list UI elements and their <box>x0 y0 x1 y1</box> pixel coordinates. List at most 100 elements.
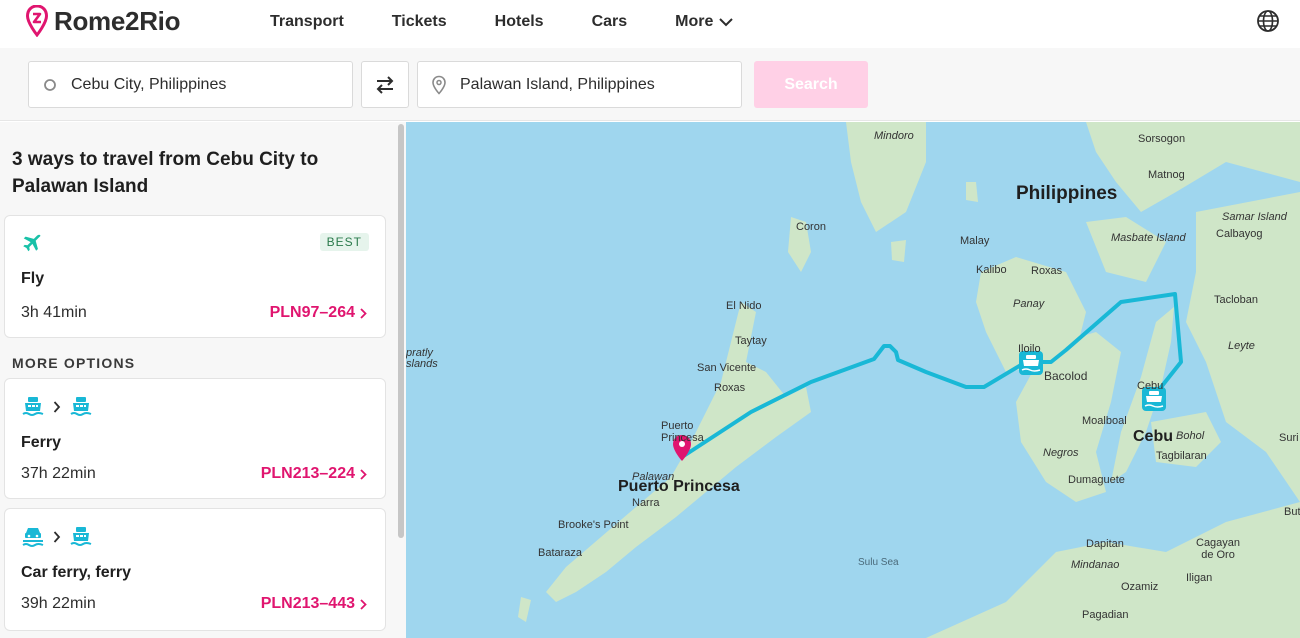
nav-tickets[interactable]: Tickets <box>392 13 447 31</box>
route-price-value: PLN213–224 <box>260 465 355 482</box>
top-nav-bar: Rome2Rio Transport Tickets Hotels Cars M… <box>0 0 1300 48</box>
origin-circle-icon <box>29 78 71 92</box>
chevron-right-icon <box>360 598 367 610</box>
map-label-iligan: Iligan <box>1186 572 1213 584</box>
map-canvas <box>518 122 1300 638</box>
map-label-moalboal: Moalboal <box>1082 415 1127 427</box>
small-island <box>966 182 978 202</box>
map-label-but: But <box>1284 506 1300 518</box>
logo-text: Rome2Rio <box>54 5 181 36</box>
map-label-suri: Suri <box>1279 432 1299 444</box>
route-price-value: PLN97–264 <box>269 304 355 321</box>
results-title: 3 ways to travel from Cebu City to Palaw… <box>12 149 319 197</box>
route-duration: 39h 22min <box>21 595 96 612</box>
small-island <box>891 240 906 262</box>
map-label-puerto-princesa: Puerto Princesa <box>618 478 740 495</box>
map-label-roxas: Roxas <box>1031 265 1063 277</box>
car-ferry-icon <box>22 528 44 547</box>
map-label-el-nido: El Nido <box>726 300 762 312</box>
chevron-right-icon <box>53 401 61 413</box>
map-label-ozamiz: Ozamiz <box>1121 581 1159 593</box>
origin-input[interactable]: Cebu City, Philippines <box>28 61 353 108</box>
route-card-ferry[interactable]: Ferry 37h 22min PLN213–224 <box>4 378 386 499</box>
nav-hotels[interactable]: Hotels <box>495 13 544 31</box>
map-label-brookes-point: Brooke's Point <box>558 519 629 531</box>
map-label-sulu-sea: Sulu Sea <box>858 557 899 568</box>
route-map[interactable]: Mindoro Sorsogon Matnog Philippines Sama… <box>406 122 1300 638</box>
route-duration: 3h 41min <box>21 304 87 321</box>
map-label-coron: Coron <box>796 221 826 233</box>
chevron-right-icon <box>360 307 367 319</box>
nav-more-label: More <box>675 13 714 30</box>
route-duration: 37h 22min <box>21 465 96 482</box>
map-label-spratly-islands: pratly slands <box>406 347 438 370</box>
map-label-roxas-palawan: Roxas <box>714 382 746 394</box>
plane-icon <box>23 234 41 252</box>
map-label-tagbilaran: Tagbilaran <box>1156 450 1207 462</box>
map-label-mindoro: Mindoro <box>874 130 914 142</box>
route-price-value: PLN213–443 <box>260 595 355 612</box>
map-label-pagadian: Pagadian <box>1082 609 1129 621</box>
map-label-tacloban: Tacloban <box>1214 294 1259 306</box>
nav-more[interactable]: More <box>675 13 734 31</box>
map-label-dumaguete: Dumaguete <box>1068 474 1125 486</box>
map-label-cebu: Cebu <box>1133 428 1173 445</box>
rome2rio-logo[interactable]: Rome2Rio <box>26 5 180 37</box>
best-badge: BEST <box>319 233 369 251</box>
map-label-sorsogon: Sorsogon <box>1138 133 1186 145</box>
nav-transport[interactable]: Transport <box>270 13 344 31</box>
chevron-right-icon <box>360 468 367 480</box>
route-name: Car ferry, ferry <box>21 564 131 581</box>
location-pin-icon <box>418 75 460 95</box>
map-label-matnog: Matnog <box>1148 169 1185 181</box>
map-label-narra: Narra <box>632 497 660 509</box>
masbate-island <box>1086 217 1166 282</box>
map-label-bohol: Bohol <box>1176 430 1205 442</box>
map-label-taytay: Taytay <box>735 335 767 347</box>
map-label-puerto-princesa-small: Puerto Princesa <box>661 420 704 444</box>
ferry-icon <box>70 397 92 416</box>
route-card-car-ferry[interactable]: Car ferry, ferry 39h 22min PLN213–443 <box>4 508 386 631</box>
results-scrollbar[interactable] <box>396 122 406 638</box>
origin-value: Cebu City, Philippines <box>71 75 227 93</box>
chevron-right-icon <box>53 531 61 543</box>
swap-button[interactable] <box>361 61 409 108</box>
route-price: PLN97–264 <box>270 304 367 322</box>
ferry-icon <box>70 527 92 546</box>
route-price: PLN213–224 <box>261 465 367 483</box>
map-label-cagayan-de-oro: Cagayan de Oro <box>1196 537 1241 561</box>
scrollbar-thumb[interactable] <box>398 124 404 538</box>
main-nav: Transport Tickets Hotels Cars More <box>270 13 781 31</box>
ferry-icon <box>22 397 44 416</box>
map-label-calbayog: Calbayog <box>1216 228 1263 240</box>
map-label-malay: Malay <box>960 235 990 247</box>
route-name: Fly <box>21 270 45 287</box>
more-options-heading: MORE OPTIONS <box>12 355 136 371</box>
map-label-samar-island: Samar Island <box>1222 211 1287 223</box>
map-label-iloilo: Iloilo <box>1018 343 1041 355</box>
nav-cars[interactable]: Cars <box>592 13 628 31</box>
route-card-fly[interactable]: BEST Fly 3h 41min PLN97–264 <box>4 215 386 338</box>
small-island <box>518 597 531 622</box>
results-panel: 3 ways to travel from Cebu City to Palaw… <box>0 122 406 638</box>
search-button[interactable]: Search <box>754 61 868 108</box>
route-name: Ferry <box>21 434 62 451</box>
map-label-masbate-island: Masbate Island <box>1111 232 1186 244</box>
logo-pin-icon <box>26 5 48 37</box>
map-label-kalibo: Kalibo <box>976 264 1007 276</box>
map-label-mindanao: Mindanao <box>1071 559 1120 571</box>
map-label-san-vicente: San Vicente <box>697 362 757 374</box>
map-label-leyte: Leyte <box>1228 340 1255 352</box>
map-label-cebu-city: Cebu <box>1137 380 1164 392</box>
chevron-down-icon <box>719 17 734 26</box>
map-label-panay: Panay <box>1013 298 1045 310</box>
search-bar: Cebu City, Philippines Palawan Island, P… <box>0 48 1300 121</box>
map-label-negros: Negros <box>1043 447 1079 459</box>
globe-icon[interactable] <box>1256 9 1280 33</box>
swap-arrows-icon <box>376 75 394 94</box>
route-price: PLN213–443 <box>261 595 367 613</box>
destination-input[interactable]: Palawan Island, Philippines <box>417 61 742 108</box>
map-label-dipolog-dapitan: Dapitan <box>1086 538 1124 550</box>
map-label-philippines: Philippines <box>1016 183 1118 204</box>
map-label-bacolod: Bacolod <box>1044 369 1088 383</box>
